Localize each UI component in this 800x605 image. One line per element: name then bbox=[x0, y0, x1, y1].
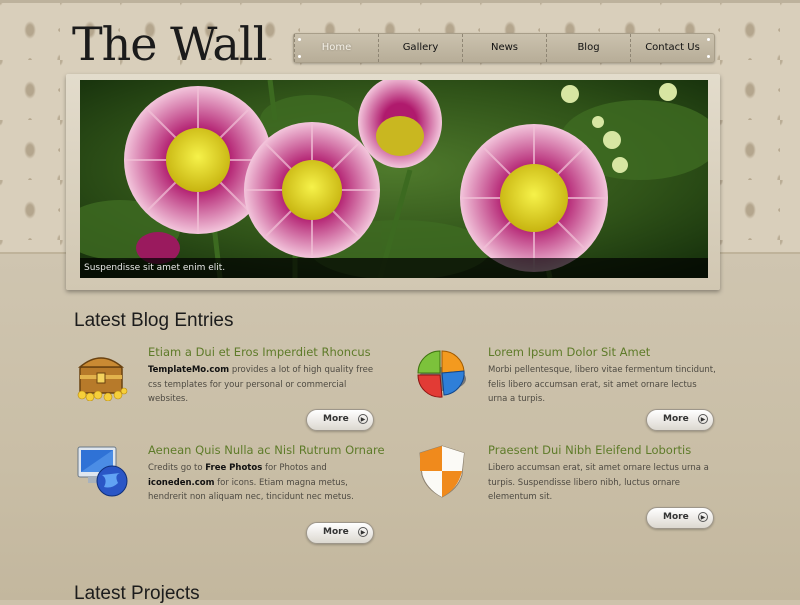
pie-chart-icon bbox=[414, 345, 470, 401]
nav-contact-us[interactable]: Contact Us bbox=[630, 34, 714, 62]
more-button[interactable]: More ▶ bbox=[306, 522, 374, 544]
site-logo[interactable]: The Wall bbox=[72, 14, 267, 74]
nav-news[interactable]: News bbox=[462, 34, 546, 62]
banner: Suspendisse sit amet enim elit. bbox=[80, 80, 708, 278]
arrow-right-icon: ▶ bbox=[358, 414, 368, 424]
entry-title[interactable]: Praesent Dui Nibh Eleifend Lobortis bbox=[488, 443, 691, 457]
flower-photo bbox=[80, 80, 708, 278]
banner-caption: Suspendisse sit amet enim elit. bbox=[80, 258, 708, 278]
arrow-right-icon: ▶ bbox=[698, 414, 708, 424]
nav-blog[interactable]: Blog bbox=[546, 34, 630, 62]
shield-icon bbox=[414, 443, 470, 499]
blog-heading: Latest Blog Entries bbox=[74, 310, 234, 331]
more-button[interactable]: More ▶ bbox=[646, 409, 714, 431]
blog-entry: Praesent Dui Nibh Eleifend Lobortis Libe… bbox=[414, 443, 714, 503]
nav-home[interactable]: Home bbox=[294, 34, 378, 62]
more-button[interactable]: More ▶ bbox=[306, 409, 374, 431]
nav-rivet bbox=[298, 38, 301, 41]
arrow-right-icon: ▶ bbox=[698, 512, 708, 522]
main-nav: Home Gallery News Blog Contact Us bbox=[293, 33, 715, 63]
entry-text: TemplateMo.com provides a lot of high qu… bbox=[148, 365, 374, 404]
nav-rivet bbox=[298, 55, 301, 58]
entry-text: Libero accumsan erat, sit amet ornare le… bbox=[488, 463, 709, 502]
free-photos-link[interactable]: Free Photos bbox=[205, 463, 262, 473]
entry-text: Credits go to Free Photos for Photos and… bbox=[148, 463, 354, 502]
projects-heading: Latest Projects bbox=[74, 583, 200, 604]
entry-title[interactable]: Lorem Ipsum Dolor Sit Amet bbox=[488, 345, 650, 359]
nav-rivet bbox=[707, 55, 710, 58]
more-button[interactable]: More ▶ bbox=[646, 507, 714, 529]
blog-entry: Lorem Ipsum Dolor Sit Amet Morbi pellent… bbox=[414, 345, 716, 405]
top-strip bbox=[0, 0, 800, 3]
monitor-globe-icon bbox=[74, 443, 130, 499]
iconeden-link[interactable]: iconeden.com bbox=[148, 478, 214, 488]
nav-gallery[interactable]: Gallery bbox=[378, 34, 462, 62]
arrow-right-icon: ▶ bbox=[358, 527, 368, 537]
treasure-chest-icon bbox=[74, 345, 130, 402]
blog-entry: Etiam a Dui et Eros Imperdiet Rhoncus Te… bbox=[74, 345, 374, 405]
entry-text: Morbi pellentesque, libero vitae ferment… bbox=[488, 365, 716, 404]
nav-rivet bbox=[707, 38, 710, 41]
entry-title[interactable]: Etiam a Dui et Eros Imperdiet Rhoncus bbox=[148, 345, 371, 359]
entry-title[interactable]: Aenean Quis Nulla ac Nisl Rutrum Ornare bbox=[148, 443, 385, 457]
templatemo-link[interactable]: TemplateMo.com bbox=[148, 365, 229, 375]
blog-entry: Aenean Quis Nulla ac Nisl Rutrum Ornare … bbox=[74, 443, 385, 523]
